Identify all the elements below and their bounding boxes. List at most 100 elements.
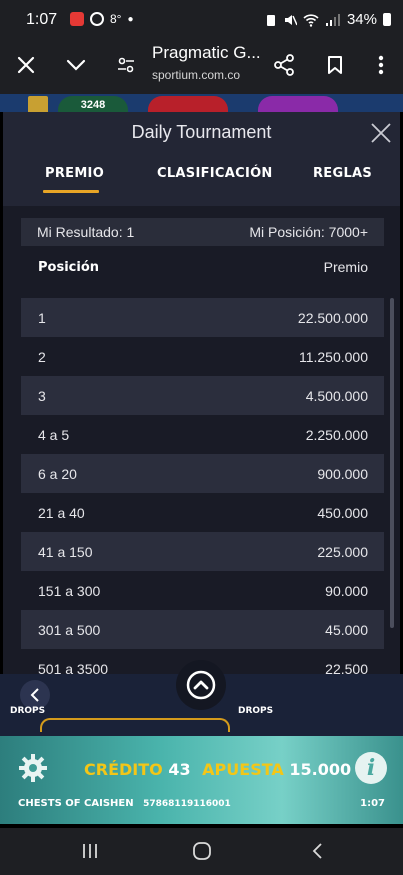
- row-position: 3: [38, 387, 46, 404]
- header-position: Posición: [38, 259, 100, 275]
- collapse-button[interactable]: [176, 660, 226, 710]
- notification-icons: 8° ●: [70, 12, 134, 26]
- chevron-up-circle-icon: [186, 670, 216, 700]
- status-bar: 1:07 8° ● 34%: [0, 0, 403, 38]
- settings-gear-icon[interactable]: [18, 753, 48, 783]
- minimize-button[interactable]: [63, 52, 89, 78]
- game-name: CHESTS OF CAISHEN: [18, 798, 134, 809]
- header-prize: Premio: [323, 259, 368, 275]
- app-notification-icon: [70, 12, 84, 26]
- bet-value: 15.000: [289, 760, 352, 779]
- row-position: 2: [38, 348, 46, 365]
- table-row: 6 a 20 900.000: [21, 454, 384, 493]
- home-button[interactable]: [190, 840, 214, 862]
- battery-icon: [383, 13, 391, 26]
- my-position: Mi Posición: 7000+: [249, 224, 368, 240]
- game-counter: 3248: [58, 96, 128, 112]
- tab-premio[interactable]: PREMIO: [43, 166, 105, 193]
- browser-toolbar: Pragmatic G... sportium.com.co: [0, 38, 403, 94]
- close-icon: [371, 123, 391, 143]
- info-button[interactable]: i: [355, 752, 387, 784]
- game-background-top: 3248: [0, 94, 403, 112]
- red-chest-decoration: [148, 96, 228, 112]
- chevron-down-icon: [66, 59, 86, 71]
- chrome-notification-icon: [90, 12, 104, 26]
- share-button[interactable]: [271, 52, 297, 78]
- tab-label: PREMIO: [45, 166, 105, 181]
- table-row: 1 22.500.000: [21, 298, 384, 337]
- tab-label: REGLAS: [313, 166, 373, 181]
- game-control-bar: CRÉDITO 43 APUESTA 15.000 i CHESTS OF CA…: [0, 736, 403, 824]
- table-row: 3 4.500.000: [21, 376, 384, 415]
- temperature-text: 8°: [110, 12, 122, 26]
- mute-icon: [284, 14, 297, 25]
- row-position: 501 a 3500: [38, 660, 109, 675]
- tab-bar: PREMIO CLASIFICACIÓN REGLAS: [3, 162, 400, 206]
- page-url: sportium.com.co: [152, 68, 241, 82]
- back-button[interactable]: [305, 840, 329, 862]
- row-prize: 22.500: [325, 660, 368, 675]
- game-clock: 1:07: [360, 798, 385, 809]
- android-navigation-bar: [0, 828, 403, 875]
- table-header: Posición Premio: [21, 252, 384, 282]
- row-prize: 450.000: [317, 504, 368, 521]
- row-prize: 90.000: [325, 582, 368, 599]
- row-position: 301 a 500: [38, 621, 101, 638]
- signal-icon: [325, 13, 340, 26]
- dot-icon: ●: [127, 13, 134, 25]
- drops-badge: DROPS: [238, 706, 274, 716]
- scrollbar[interactable]: [390, 298, 394, 628]
- close-icon: [17, 56, 35, 74]
- tune-icon: [118, 57, 134, 73]
- row-prize: 4.500.000: [305, 387, 368, 404]
- bet-label: APUESTA: [202, 760, 284, 779]
- modal-close-button[interactable]: [370, 122, 392, 144]
- page-title: Pragmatic G...: [152, 43, 261, 62]
- row-prize: 900.000: [317, 465, 368, 482]
- table-row: 151 a 300 90.000: [21, 571, 384, 610]
- trophy-icon: [28, 96, 48, 112]
- tab-reglas[interactable]: REGLAS: [313, 166, 372, 181]
- bookmark-button[interactable]: [322, 52, 348, 78]
- row-prize: 22.500.000: [297, 309, 368, 326]
- my-summary: Mi Resultado: 1 Mi Posición: 7000+: [21, 218, 384, 246]
- site-settings-button[interactable]: [113, 52, 139, 78]
- table-row: 41 a 150 225.000: [21, 532, 384, 571]
- recent-apps-button[interactable]: [78, 840, 102, 862]
- tournament-modal: Daily Tournament PREMIO CLASIFICACIÓN RE…: [3, 112, 400, 674]
- bookmark-icon: [328, 56, 342, 74]
- prize-table[interactable]: 1 22.500.000 2 11.250.000 3 4.500.000 4 a 5…: [21, 298, 384, 674]
- tab-label: CLASIFICACIÓN: [157, 166, 273, 181]
- row-position: 41 a 150: [38, 543, 93, 560]
- close-tab-button[interactable]: [13, 52, 39, 78]
- row-prize: 11.250.000: [298, 348, 368, 365]
- my-result: Mi Resultado: 1: [37, 224, 135, 240]
- home-icon: [193, 842, 211, 860]
- battery-percent: 34%: [346, 11, 377, 28]
- more-options-button[interactable]: [368, 52, 394, 78]
- table-row: 4 a 5 2.250.000: [21, 415, 384, 454]
- row-position: 151 a 300: [38, 582, 101, 599]
- game-name-line: CHESTS OF CAISHEN 57868119116001: [18, 798, 231, 809]
- chevron-left-icon: [30, 688, 39, 702]
- credit-bet-display: CRÉDITO 43 APUESTA 15.000: [84, 760, 351, 779]
- tab-clasificacion[interactable]: CLASIFICACIÓN: [157, 166, 273, 181]
- row-prize: 45.000: [325, 621, 368, 638]
- drops-badge: DROPS: [10, 706, 46, 716]
- row-position: 21 a 40: [38, 504, 85, 521]
- table-row: 2 11.250.000: [21, 337, 384, 376]
- prize-content: Mi Resultado: 1 Mi Posición: 7000+ Posic…: [3, 206, 400, 674]
- status-time: 1:07: [26, 11, 58, 28]
- active-tab-indicator: [43, 190, 99, 193]
- purple-chest-decoration: [258, 96, 338, 112]
- round-id: 57868119116001: [143, 799, 231, 809]
- back-icon: [312, 843, 322, 859]
- more-vert-icon: [378, 55, 384, 75]
- recent-apps-icon: [83, 844, 97, 858]
- table-row: 301 a 500 45.000: [21, 610, 384, 649]
- credit-value: 43: [168, 760, 191, 779]
- battery-saver-icon: [266, 14, 275, 26]
- gold-frame-decoration: [40, 718, 230, 732]
- table-row: 21 a 40 450.000: [21, 493, 384, 532]
- row-position: 6 a 20: [38, 465, 77, 482]
